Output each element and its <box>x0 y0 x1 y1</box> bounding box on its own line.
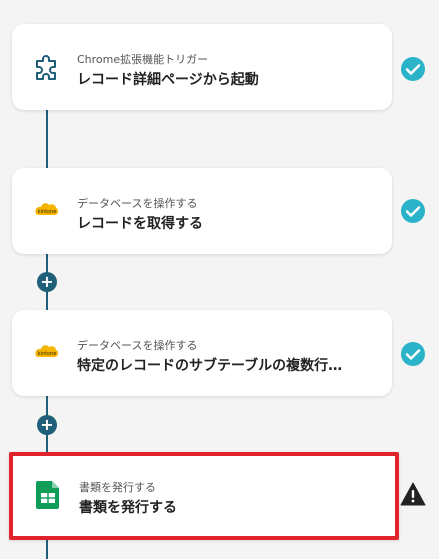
warning-icon <box>400 481 426 507</box>
svg-text:kintone: kintone <box>38 209 57 215</box>
flow-step-card[interactable]: kintone データベースを操作する レコードを取得する <box>12 168 392 254</box>
flow-step-card[interactable]: kintone データベースを操作する 特定のレコードのサブテーブルの複数行… <box>12 310 392 396</box>
flow-step-card[interactable]: Chrome拡張機能トリガー レコード詳細ページから起動 <box>12 24 392 110</box>
check-icon <box>401 342 425 366</box>
flow-connector <box>46 110 48 168</box>
step-subtitle: Chrome拡張機能トリガー <box>77 53 209 66</box>
step-title: 特定のレコードのサブテーブルの複数行… <box>77 358 343 374</box>
puzzle-icon <box>32 52 62 82</box>
step-subtitle: データベースを操作する <box>77 339 198 352</box>
add-step-button[interactable]: + <box>37 415 57 435</box>
svg-text:kintone: kintone <box>38 351 57 357</box>
check-icon <box>401 199 425 223</box>
add-step-button[interactable]: + <box>37 272 57 292</box>
flow-step-card-selected[interactable]: 書類を発行する 書類を発行する <box>9 452 399 540</box>
kintone-icon: kintone <box>32 196 62 226</box>
kintone-icon: kintone <box>32 338 62 368</box>
flow-connector <box>46 538 48 559</box>
check-icon <box>401 57 425 81</box>
google-sheets-icon <box>35 480 65 510</box>
step-title: 書類を発行する <box>79 500 177 516</box>
step-subtitle: データベースを操作する <box>77 197 198 210</box>
step-title: レコード詳細ページから起動 <box>77 72 259 88</box>
step-title: レコードを取得する <box>77 216 203 232</box>
step-subtitle: 書類を発行する <box>79 481 156 494</box>
